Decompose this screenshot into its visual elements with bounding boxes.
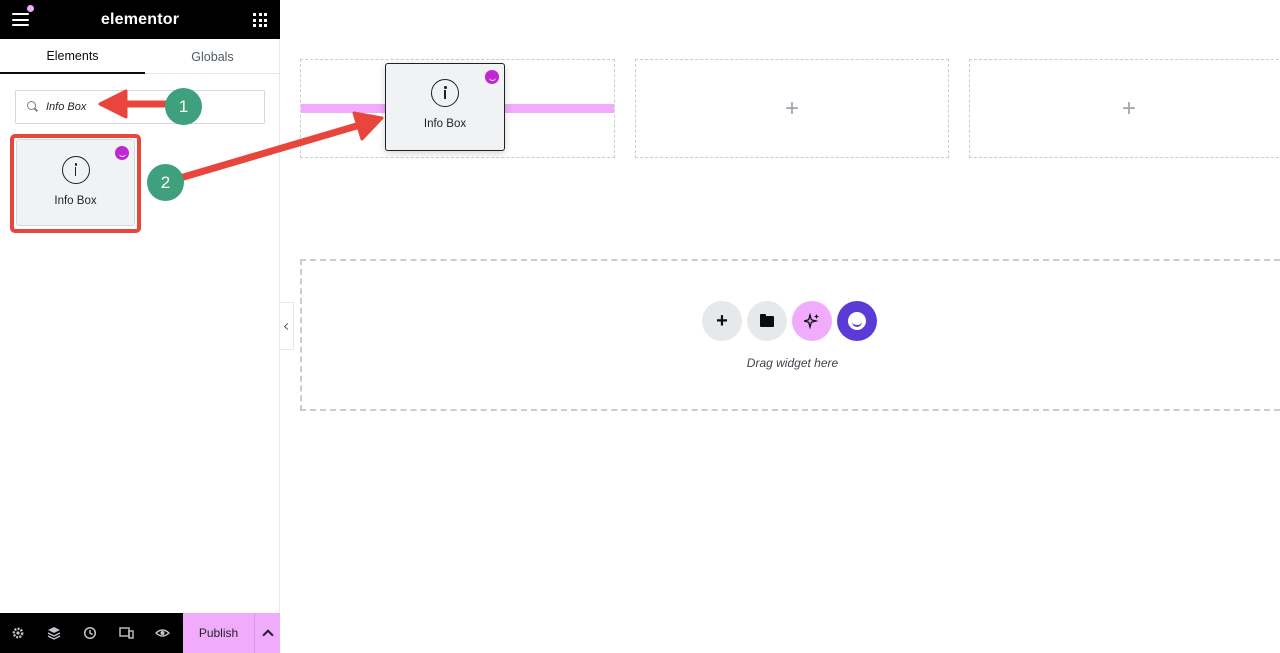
publish-button[interactable]: Publish	[183, 613, 254, 653]
essential-addons-icon	[848, 312, 866, 330]
folder-icon	[760, 313, 774, 327]
ai-button[interactable]	[792, 301, 832, 341]
section-actions: +	[702, 301, 882, 341]
tab-globals[interactable]: Globals	[145, 39, 280, 74]
dragging-widget-info-box[interactable]: Info Box	[385, 63, 505, 151]
chevron-up-icon	[261, 629, 274, 641]
step-badge-1: 1	[165, 88, 202, 125]
pro-badge-icon	[485, 70, 499, 84]
add-section-button[interactable]: +	[702, 301, 742, 341]
responsive-icon[interactable]	[108, 613, 144, 653]
gear-icon[interactable]	[0, 613, 36, 653]
search-icon	[27, 101, 39, 113]
tab-elements[interactable]: Elements	[0, 39, 145, 74]
template-library-button[interactable]	[747, 301, 787, 341]
column-2[interactable]: +	[635, 59, 949, 158]
info-circle-icon	[61, 156, 90, 184]
eye-icon[interactable]	[144, 613, 180, 653]
chevron-left-icon	[283, 322, 292, 330]
info-circle-icon	[431, 79, 459, 107]
column-3[interactable]: +	[969, 59, 1280, 158]
essential-addons-button[interactable]	[837, 301, 877, 341]
pro-badge-icon	[115, 146, 129, 160]
widget-label: Info Box	[423, 118, 467, 130]
search-box[interactable]	[15, 90, 265, 124]
publish-options-button[interactable]	[254, 613, 280, 653]
brand-logo: elementor	[100, 10, 180, 28]
widget-info-box[interactable]: Info Box	[16, 139, 135, 226]
history-icon[interactable]	[72, 613, 108, 653]
search-input[interactable]	[46, 101, 246, 113]
add-widget-icon[interactable]: +	[785, 95, 799, 123]
panel-tabs: Elements Globals	[0, 39, 280, 74]
widget-label: Info Box	[54, 195, 97, 207]
collapse-panel-button[interactable]	[280, 302, 294, 350]
layers-icon[interactable]	[36, 613, 72, 653]
menu-icon[interactable]	[12, 13, 29, 26]
widgets-grid-icon[interactable]	[253, 13, 267, 27]
notification-dot	[27, 5, 34, 12]
ai-sparkle-icon	[804, 313, 819, 329]
panel-header: elementor	[0, 0, 280, 39]
add-widget-icon[interactable]: +	[1122, 95, 1136, 123]
editor-panel: elementor Elements Globals Info Box Info…	[0, 0, 280, 653]
step-badge-2: 2	[147, 164, 184, 201]
drag-widget-hint: Drag widget here	[746, 356, 839, 370]
panel-footer: Publish	[0, 613, 280, 653]
